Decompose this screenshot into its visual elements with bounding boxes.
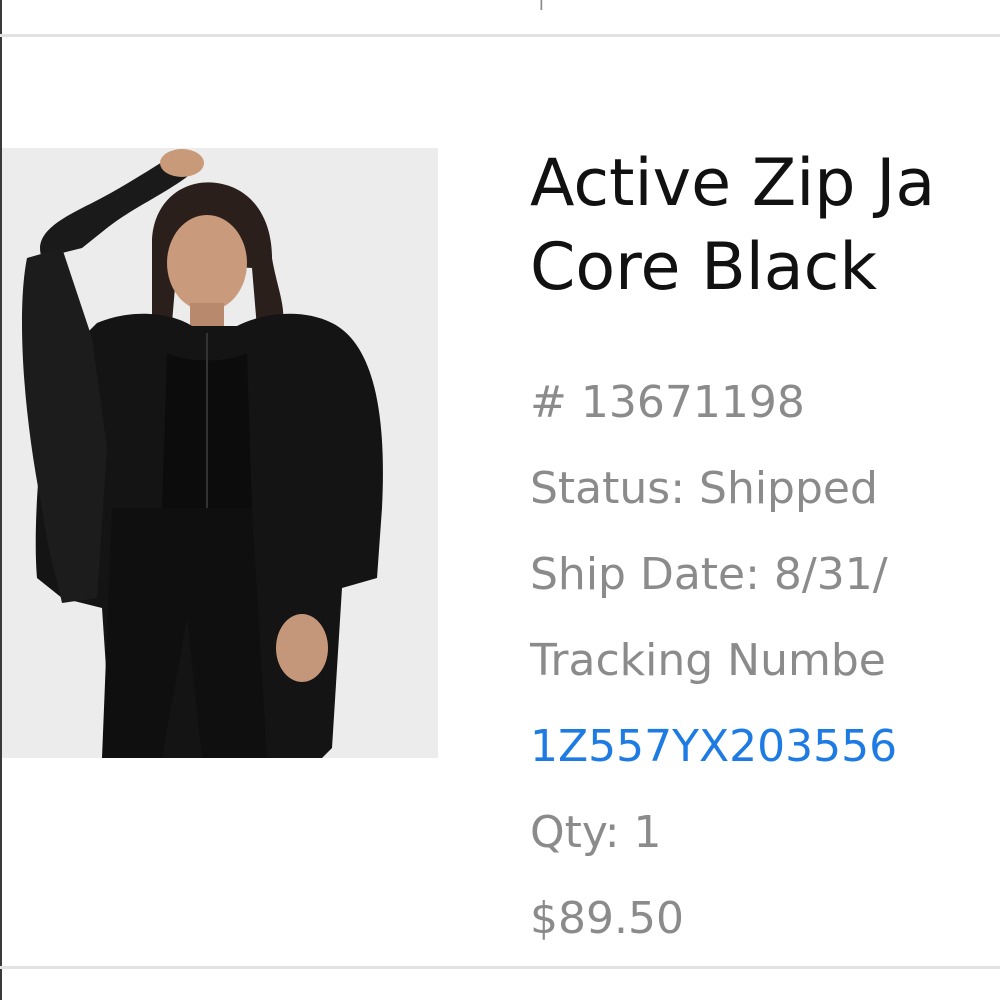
order-item-card: | Active Zi xyxy=(0,0,1000,1000)
product-title-line-2: Core Black xyxy=(530,230,877,305)
product-details: Active Zip Ja Core Black # 13671198 Stat… xyxy=(530,142,1000,962)
shipping-status: Status: Shipped xyxy=(530,463,878,514)
model-photo xyxy=(2,148,438,758)
bottom-divider xyxy=(0,966,1000,969)
ship-date: Ship Date: 8/31/ xyxy=(530,549,888,600)
order-meta: # 13671198 Status: Shipped Ship Date: 8/… xyxy=(530,360,1000,962)
tracking-label: Tracking Numbe xyxy=(530,635,886,686)
product-title-line-1: Active Zip Ja xyxy=(530,146,936,221)
quantity: Qty: 1 xyxy=(530,807,662,858)
product-image[interactable] xyxy=(2,148,438,758)
top-divider xyxy=(0,34,1000,37)
product-title[interactable]: Active Zip Ja Core Black xyxy=(530,142,1000,310)
item-number: # 13671198 xyxy=(530,377,805,428)
tracking-number-link[interactable]: 1Z557YX203556 xyxy=(530,704,1000,790)
price: $89.50 xyxy=(530,893,684,944)
previous-item-fragment: | xyxy=(538,0,545,8)
